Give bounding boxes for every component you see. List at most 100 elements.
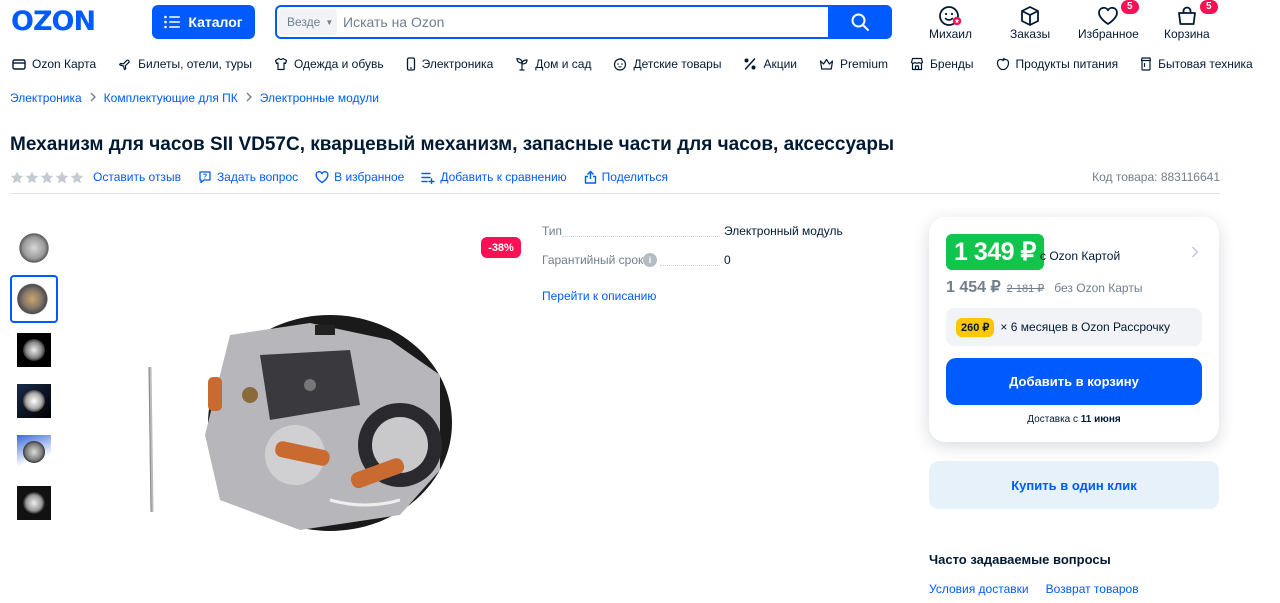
search-scope-select[interactable]: Везде ▼ [279,9,337,35]
nav-item-label: Ozon Карта [32,57,97,71]
nav-item-ozon-card[interactable]: Ozon Карта [12,57,96,71]
faq-title: Часто задаваемые вопросы [929,552,1111,567]
phone-icon [406,57,415,71]
ask-question-link[interactable]: ? Задать вопрос [198,170,298,184]
catalog-button[interactable]: Каталог [152,5,255,39]
star-icon [25,171,39,183]
header-orders[interactable]: Заказы [1010,5,1050,41]
breadcrumb-link[interactable]: Электроника [10,91,82,105]
thumbnail[interactable] [10,428,58,476]
question-icon: ? [199,171,211,184]
installment-amount: 260 ₽ [956,317,995,337]
chevron-down-icon: ▼ [325,17,334,27]
nav-item-electronics[interactable]: Электроника [406,57,494,71]
star-icon [40,171,54,183]
heart-icon [1096,5,1120,27]
search-button[interactable] [828,5,892,39]
regular-price-row: 1 454 ₽ 2 181 ₽ без Ozon Карты [946,277,1142,297]
compare-link[interactable]: Добавить к сравнению [421,170,567,184]
nav-item-label: Бытовая техника [1158,57,1253,71]
chevron-right-icon [246,91,252,105]
nav-item-food[interactable]: Продукты питания [996,57,1119,71]
header-cart[interactable]: Корзина 5 [1164,0,1218,41]
search-input[interactable] [343,10,823,34]
faq-links: Условия доставки Возврат товаров [929,582,1139,596]
header: OZON Каталог Везде ▼ Михаил Заказы Избра… [0,0,1280,44]
breadcrumb: Электроника Комплектующие для ПК Электро… [10,91,379,105]
add-favorite-link[interactable]: В избранное [315,170,404,184]
profile-icon [938,5,962,27]
spec-divider [660,265,720,266]
menu-icon [164,15,181,29]
price-card: 1 349 ₽ с Ozon Картой 1 454 ₽ 2 181 ₽ бе… [929,217,1219,442]
crown-icon [819,58,834,70]
delivery-date: 11 июня [1080,414,1121,425]
installment-option[interactable]: 260 ₽ × 6 месяцев в Ozon Рассрочку [946,308,1202,346]
nav-item-label: Дом и сад [535,57,592,71]
nav-item-label: Бренды [930,57,974,71]
orders-label: Заказы [1010,27,1051,41]
spec-divider [562,236,720,237]
delivery-prefix: Доставка с [1027,414,1079,425]
add-to-cart-button[interactable]: Добавить в корзину [946,358,1202,405]
card-icon [12,58,26,70]
compare-icon [421,172,436,184]
ozon-card-price: 1 349 ₽ [946,234,1044,270]
product-meta-row: Оставить отзыв ? Задать вопрос В избранн… [10,168,1220,186]
header-favorites[interactable]: Избранное 5 [1078,0,1139,41]
nav-item-label: Детские товары [633,57,722,71]
product-image[interactable] [100,295,480,545]
faq-link-delivery[interactable]: Условия доставки [929,582,1029,596]
nav-item-premium[interactable]: Premium [819,57,888,71]
nav-item-clothes[interactable]: Одежда и обувь [274,57,384,71]
search-icon [851,13,869,31]
delivery-info: Доставка с 11 июня [929,414,1219,425]
thumbnail[interactable] [10,479,58,527]
info-icon[interactable]: i [643,253,657,267]
nav-item-home-garden[interactable]: Дом и сад [515,57,591,71]
star-icon [70,171,84,183]
favorites-label: Избранное [1078,27,1139,41]
ozon-card-price-label: с Ozon Картой [1040,249,1121,263]
spec-name: Гарантийный срок [542,253,644,267]
nav-item-travel[interactable]: Билеты, отели, туры [118,57,252,71]
catalog-label: Каталог [188,14,243,30]
plant-icon [516,57,528,71]
spec-value: 0 [724,253,731,267]
cart-label: Корзина [1164,27,1210,41]
nav-item-brands[interactable]: Бренды [910,57,974,71]
page-title: Механизм для часов SII VD57C, кварцевый … [10,134,895,155]
nav-item-label: Premium [840,57,889,71]
goto-description-link[interactable]: Перейти к описанию [542,289,656,303]
breadcrumb-link[interactable]: Электронные модули [260,91,379,105]
nav-item-appliances[interactable]: Бытовая техника [1140,57,1253,71]
ozon-logo[interactable]: OZON [11,8,96,36]
chevron-right-icon[interactable] [1191,245,1199,261]
chevron-right-icon [90,91,96,105]
share-link[interactable]: Поделиться [584,170,668,184]
nav-item-label: Акции [763,57,798,71]
svg-text:?: ? [203,174,207,181]
leave-review-link[interactable]: Оставить отзыв [93,170,181,184]
thumbnail[interactable] [10,377,58,425]
thumbnail-selected[interactable] [10,275,58,323]
thumbnail[interactable] [10,326,58,374]
breadcrumb-link[interactable]: Комплектующие для ПК [104,91,238,105]
nav-item-label: Продукты питания [1015,57,1119,71]
share-icon [584,170,596,184]
search-scope-label: Везде [287,15,321,29]
header-profile[interactable]: Михаил [929,5,972,41]
nav-item-kids[interactable]: Детские товары [613,57,721,71]
thumbnail[interactable] [10,224,58,272]
thumbnail-strip [10,224,58,530]
box-icon [1018,5,1042,27]
buy-one-click-button[interactable]: Купить в один клик [929,461,1219,509]
old-price: 2 181 ₽ [1006,283,1045,295]
nav-item-sales[interactable]: Акции [743,57,797,71]
appliance-icon [1141,57,1152,71]
faq-link-returns[interactable]: Возврат товаров [1046,582,1139,596]
installment-text: × 6 месяцев в Ozon Рассрочку [1000,320,1171,334]
nav-item-label: Электроника [421,57,494,71]
star-icon [10,171,24,183]
heart-icon [315,170,329,183]
